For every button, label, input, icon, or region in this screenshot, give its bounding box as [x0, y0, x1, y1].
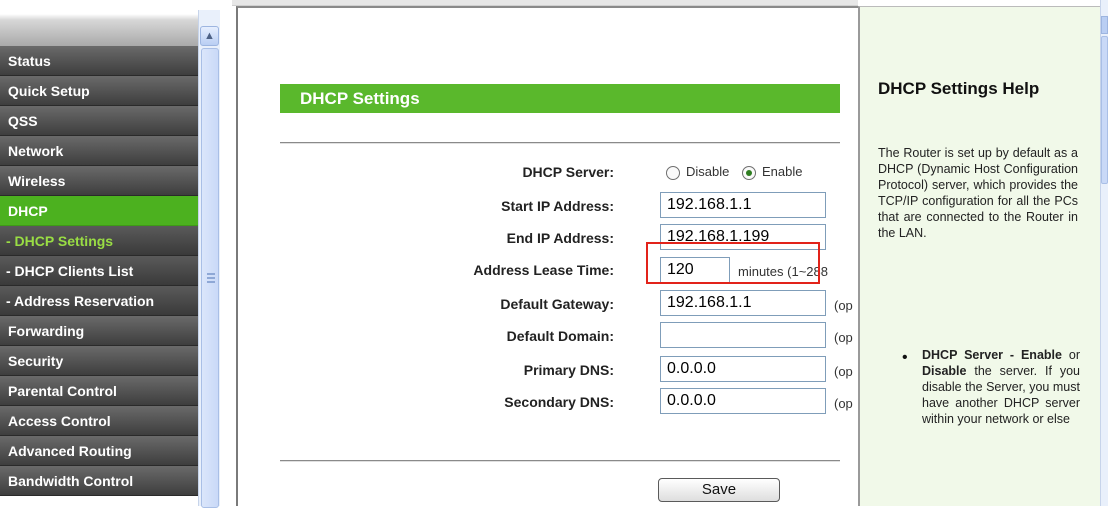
menu-item-parental-control[interactable]: Parental Control	[0, 376, 198, 406]
menu-item-access-control[interactable]: Access Control	[0, 406, 198, 436]
save-button[interactable]: Save	[658, 478, 780, 502]
start-ip-label: Start IP Address:	[501, 198, 614, 214]
menu-subitem-dhcp-clients-list[interactable]: - DHCP Clients List	[0, 256, 198, 286]
menu-scrollbar[interactable]: ▲	[198, 10, 220, 508]
primary-dns-label: Primary DNS:	[523, 362, 614, 378]
primary-dns-hint: (op	[834, 364, 853, 379]
arrow-up-icon[interactable]	[1101, 16, 1108, 34]
dhcp-disable-label: Disable	[686, 164, 730, 179]
gateway-label: Default Gateway:	[500, 296, 614, 312]
help-bullet-opt1: Enable	[1020, 348, 1062, 362]
bottom-divider	[280, 460, 840, 462]
highlight-box	[646, 242, 820, 284]
help-bullet-title: DHCP Server -	[922, 348, 1015, 362]
domain-label: Default Domain:	[506, 328, 614, 344]
top-divider	[280, 142, 840, 144]
help-bullet-opt2: Disable	[922, 364, 967, 378]
menu-subitem-dhcp-settings[interactable]: - DHCP Settings	[0, 226, 198, 256]
menu-item-dhcp[interactable]: DHCP	[0, 196, 198, 226]
menu-top-banner	[0, 0, 198, 46]
menu-item-wireless[interactable]: Wireless	[0, 166, 198, 196]
arrow-up-icon[interactable]: ▲	[200, 26, 219, 46]
gateway-input[interactable]: 192.168.1.1	[660, 290, 826, 316]
help-title: DHCP Settings Help	[878, 79, 1040, 98]
menu-item-security[interactable]: Security	[0, 346, 198, 376]
menu-item-qss[interactable]: QSS	[0, 106, 198, 136]
lease-time-label: Address Lease Time:	[473, 262, 614, 278]
main-menu: Status Quick Setup QSS Network Wireless …	[0, 46, 198, 496]
gateway-hint: (op	[834, 298, 853, 313]
domain-input[interactable]	[660, 322, 826, 348]
primary-dns-input[interactable]: 0.0.0.0	[660, 356, 826, 382]
menu-item-network[interactable]: Network	[0, 136, 198, 166]
dhcp-server-label: DHCP Server:	[522, 164, 614, 180]
secondary-dns-label: Secondary DNS:	[504, 394, 614, 410]
start-ip-input[interactable]: 192.168.1.1	[660, 192, 826, 218]
menu-item-advanced-routing[interactable]: Advanced Routing	[0, 436, 198, 466]
menu-subitem-address-reservation[interactable]: - Address Reservation	[0, 286, 198, 316]
radio-icon-enable[interactable]	[742, 166, 756, 180]
menu-item-status[interactable]: Status	[0, 46, 198, 76]
menu-scrollbar-thumb[interactable]	[201, 48, 219, 508]
end-ip-label: End IP Address:	[506, 230, 614, 246]
secondary-dns-input[interactable]: 0.0.0.0	[660, 388, 826, 414]
menu-item-forwarding[interactable]: Forwarding	[0, 316, 198, 346]
page-title: DHCP Settings	[280, 84, 840, 113]
help-bullet-or: or	[1068, 348, 1080, 362]
dhcp-enable-label: Enable	[762, 164, 803, 179]
menu-item-quick-setup[interactable]: Quick Setup	[0, 76, 198, 106]
help-paragraph: The Router is set up by default as a DHC…	[878, 146, 1078, 240]
bullet-icon: •	[902, 349, 908, 366]
grip-icon	[207, 273, 215, 283]
menu-frame: Status Quick Setup QSS Network Wireless …	[0, 0, 232, 508]
menu-item-bandwidth-control[interactable]: Bandwidth Control	[0, 466, 198, 496]
radio-icon-disable[interactable]	[666, 166, 680, 180]
help-scrollbar-thumb[interactable]	[1101, 36, 1108, 184]
secondary-dns-hint: (op	[834, 396, 853, 411]
domain-hint: (op	[834, 330, 853, 345]
help-bullet-item: DHCP Server - Enable or Disable the serv…	[922, 347, 1080, 427]
help-frame: DHCP Settings Help The Router is set up …	[858, 6, 1100, 506]
